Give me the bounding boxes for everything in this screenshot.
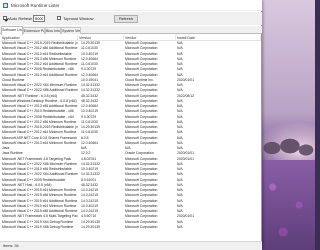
- wallpaper-trees: [262, 128, 315, 164]
- refresh-interval-input[interactable]: [33, 15, 45, 22]
- app-icon: [3, 2, 8, 8]
- window-title: Microsoft Runtime Lister: [11, 2, 60, 8]
- topmost-checkbox[interactable]: [57, 16, 61, 20]
- tab-strip: Software List Extension Points Bios Info…: [0, 26, 262, 35]
- cell-install-date: N/A: [177, 224, 183, 229]
- refresh-button[interactable]: Refresh: [114, 15, 138, 23]
- wallpaper-lavender-field: [262, 160, 315, 250]
- topmost-label: Topmost Window: [63, 16, 94, 21]
- status-bar: Items: 36: [0, 241, 262, 250]
- tab-system-version[interactable]: System Version: [61, 27, 81, 34]
- software-table: Application Version Vendor Install Date …: [1, 35, 261, 240]
- cell-version: 14.29.30139: [81, 224, 100, 229]
- tab-bios-info[interactable]: Bios Info: [45, 27, 61, 34]
- cell-vendor: Microsoft Corporation: [125, 224, 158, 229]
- table-body: Microsoft Visual C++ 2015-2019 Redistrib…: [1, 41, 261, 230]
- status-text: Items: 36: [3, 244, 19, 248]
- app-window: Microsoft Runtime Lister Auto Refresh (m…: [0, 0, 262, 250]
- auto-refresh-checkbox[interactable]: [3, 16, 7, 20]
- cell-application: Microsoft Visual C++ 2019 X86 Debug Runt…: [2, 224, 74, 229]
- table-row[interactable]: Microsoft Visual C++ 2019 X86 Debug Runt…: [1, 225, 261, 230]
- tab-extension-points[interactable]: Extension Points: [23, 27, 45, 34]
- title-bar[interactable]: Microsoft Runtime Lister: [0, 0, 262, 11]
- toolbar: Auto Refresh (ms) Topmost Window Refresh: [0, 12, 262, 25]
- tab-software-list[interactable]: Software List: [1, 26, 23, 35]
